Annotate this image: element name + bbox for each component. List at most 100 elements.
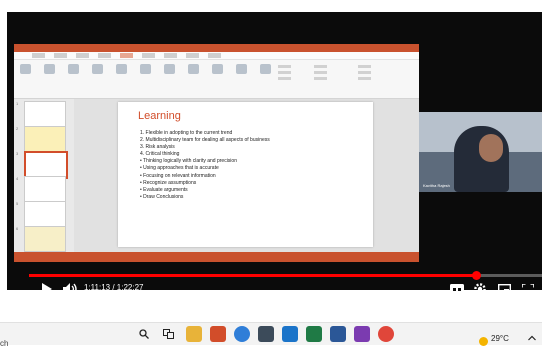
show-hidden-icons-button[interactable] — [526, 333, 538, 343]
powerpoint-window: 1 2 3 4 5 6 Learning 1. Flexible in adop… — [14, 44, 419, 262]
mute-button[interactable] — [62, 282, 78, 296]
total-time: 1:22:27 — [116, 283, 144, 292]
task-view-icon — [162, 329, 174, 339]
ribbon-button-icon — [68, 64, 79, 74]
current-slide: Learning 1. Flexible in adopting to the … — [118, 102, 373, 247]
powerpoint-titlebar — [14, 44, 419, 52]
fullscreen-icon — [522, 283, 534, 295]
captions-icon — [450, 283, 464, 295]
slide-list-item: 3. Risk analysis — [140, 144, 175, 151]
slide-thumbnail — [24, 176, 66, 202]
thumbnail-number: 3 — [16, 151, 19, 156]
chrome-icon[interactable] — [378, 326, 394, 342]
ribbon-small-option — [278, 65, 291, 68]
chevron-up-icon — [528, 335, 536, 341]
slide-title: Learning — [138, 110, 181, 122]
ribbon-button-icon — [92, 64, 103, 74]
ribbon-small-option — [358, 77, 371, 80]
ribbon-small-option — [358, 65, 371, 68]
ribbon-small-option — [314, 71, 327, 74]
thumbnail-number: 6 — [16, 226, 19, 231]
word-icon[interactable] — [330, 326, 346, 342]
ribbon-tab — [54, 53, 67, 58]
file-explorer-icon[interactable] — [186, 326, 202, 342]
ribbon-button-icon — [212, 64, 223, 74]
ribbon-button-icon — [140, 64, 151, 74]
captions-button[interactable] — [449, 282, 465, 296]
ribbon-button-icon — [236, 64, 247, 74]
player-controls: 1:11:13 / 1:22:27 — [14, 278, 542, 302]
volume-icon — [62, 283, 77, 295]
search-icon — [139, 329, 149, 339]
current-time: 1:11:13 — [84, 283, 111, 292]
powerpoint-icon[interactable] — [210, 326, 226, 342]
ribbon-tab — [164, 53, 177, 58]
play-button[interactable] — [40, 282, 54, 296]
task-view-button[interactable] — [160, 326, 176, 342]
ribbon-small-option — [314, 65, 327, 68]
slide-bullet-list: 1. Flexible in adopting to the current t… — [140, 130, 270, 201]
ribbon-tab — [98, 53, 111, 58]
slide-list-item: • Using approaches that is accurate — [140, 165, 219, 172]
excel-icon[interactable] — [306, 326, 322, 342]
slide-thumbnail — [24, 201, 66, 227]
ribbon-tab — [32, 53, 45, 58]
video-player[interactable]: 1 2 3 4 5 6 Learning 1. Flexible in adop… — [7, 12, 542, 295]
slide-list-item: 2. Multidisciplinary team for dealing al… — [140, 137, 270, 144]
slide-list-item: • Draw Conclusions — [140, 193, 184, 200]
ribbon-button-icon — [44, 64, 55, 74]
ribbon-tab — [76, 53, 89, 58]
progress-bar-played — [29, 274, 477, 277]
ribbon-small-option — [314, 77, 327, 80]
windows-taskbar: ch 29°C — [0, 322, 542, 348]
settings-button[interactable] — [472, 282, 488, 296]
presenter-face — [479, 134, 503, 162]
participant-name: Kavitha Rajesh — [423, 183, 450, 188]
thumbnail-number: 1 — [16, 101, 19, 106]
powerpoint-ribbon — [14, 60, 419, 99]
fullscreen-button[interactable] — [520, 282, 536, 296]
ribbon-button-icon — [188, 64, 199, 74]
slide-list-item: • Recognize assumptions — [140, 179, 197, 186]
slide-editing-area: Learning 1. Flexible in adopting to the … — [74, 99, 419, 252]
slide-thumbnail — [24, 101, 66, 127]
powerpoint-ribbon-tabs — [14, 52, 419, 60]
ribbon-small-option — [358, 71, 371, 74]
slide-thumbnail — [24, 226, 66, 252]
miniplayer-button[interactable] — [496, 282, 512, 296]
ribbon-tab — [142, 53, 155, 58]
slide-list-item: • Thinking logically with clarity and pr… — [140, 158, 237, 165]
mail-icon[interactable] — [282, 326, 298, 342]
thumbnail-number: 5 — [16, 201, 19, 206]
ribbon-button-icon — [116, 64, 127, 74]
ribbon-button-icon — [164, 64, 175, 74]
presenter-figure — [454, 126, 509, 192]
ribbon-button-icon — [260, 64, 271, 74]
settings-icon — [474, 283, 486, 295]
ribbon-tab — [208, 53, 221, 58]
weather-widget[interactable] — [478, 334, 489, 352]
webcam-feed: Kavitha Rajesh — [419, 112, 542, 192]
ribbon-small-option — [278, 77, 291, 80]
slide-thumbnail-pane: 1 2 3 4 5 6 — [14, 99, 74, 252]
time-display: 1:11:13 / 1:22:27 — [84, 283, 144, 292]
weather-temperature: 29°C — [491, 334, 509, 343]
ribbon-tab — [186, 53, 199, 58]
slide-list-item: 4. Critical thinking — [140, 151, 180, 158]
ribbon-tab-active — [120, 53, 133, 58]
progress-bar[interactable] — [29, 271, 542, 280]
powerpoint-statusbar — [14, 252, 419, 262]
edge-icon[interactable] — [234, 326, 250, 342]
store-icon[interactable] — [258, 326, 274, 342]
slide-thumbnail-selected — [24, 151, 68, 179]
slide-list-item: • Evaluate arguments — [140, 186, 188, 193]
search-button[interactable] — [136, 326, 152, 342]
slide-list-item: 1. Flexible in adopting to the current t… — [140, 130, 233, 136]
slide-thumbnail — [24, 126, 66, 152]
onenote-icon[interactable] — [354, 326, 370, 342]
thumbnail-number: 4 — [16, 176, 19, 181]
sun-icon — [479, 337, 488, 346]
ribbon-small-option — [278, 71, 291, 74]
ribbon-button-icon — [20, 64, 31, 74]
play-icon — [42, 283, 52, 295]
